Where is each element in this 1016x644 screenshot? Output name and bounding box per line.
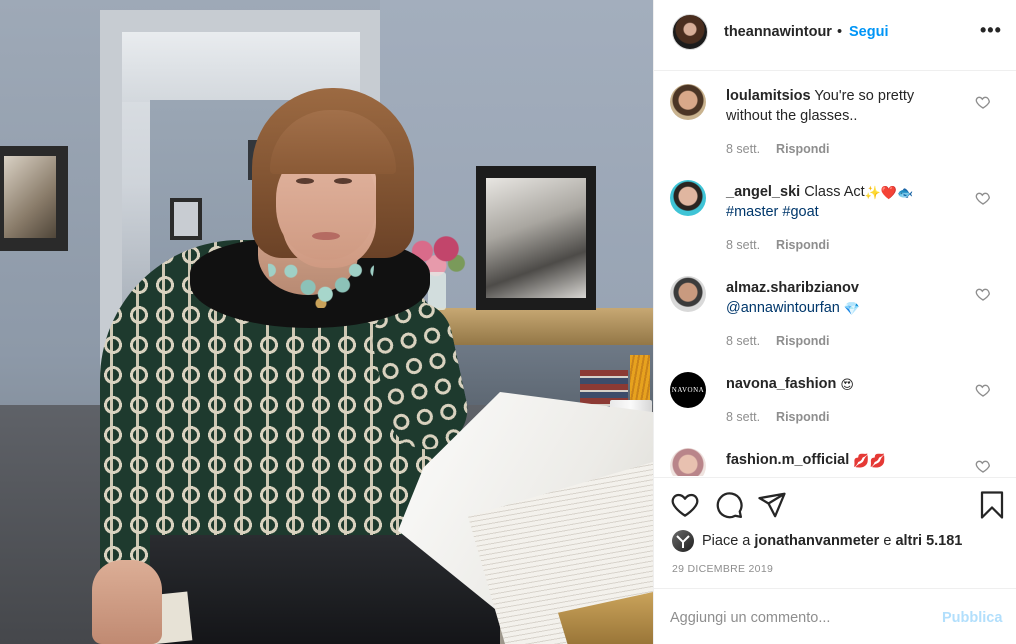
wall-picture-left (0, 146, 68, 251)
more-options-icon[interactable]: ••• (980, 20, 1002, 41)
eye-left (296, 178, 314, 184)
commenter-avatar[interactable] (670, 84, 706, 120)
comment-item: fashion.m_official 💋💋 (654, 436, 1016, 476)
commenter-avatar[interactable] (670, 276, 706, 312)
hand (92, 560, 162, 644)
likes-conjunction: e (883, 533, 892, 549)
comment-meta: 8 sett. Rispondi (726, 238, 830, 252)
follow-button[interactable]: Segui (849, 24, 888, 40)
comment-username[interactable]: almaz.sharibzianov (726, 280, 859, 296)
mention-link[interactable]: @annawintourfan (726, 300, 840, 316)
wall-picture-small (170, 198, 202, 240)
reply-button[interactable]: Rispondi (776, 410, 829, 424)
commenter-avatar[interactable] (670, 180, 706, 216)
eye-right (334, 178, 352, 184)
framed-photograph (476, 166, 596, 310)
comment-body: Class Act (804, 184, 865, 200)
comment-meta: 8 sett. Rispondi (726, 142, 830, 156)
shelf (430, 308, 653, 348)
comment-time[interactable]: 8 sett. (726, 142, 760, 156)
comment-emoji: 😍 (840, 377, 854, 392)
small-heart-icon[interactable] (975, 458, 991, 474)
comment-username[interactable]: _angel_ski (726, 184, 800, 200)
comment-username[interactable]: loulamitsios (726, 88, 811, 104)
comment-icon[interactable] (714, 490, 744, 520)
paper-plane-icon[interactable] (757, 490, 787, 520)
publish-button[interactable]: Pubblica (942, 610, 1002, 626)
author-username[interactable]: theannawintour (724, 24, 832, 40)
comment-item: almaz.sharibzianov @annawintourfan 💎 8 s… (654, 264, 1016, 360)
comment-input[interactable] (670, 603, 920, 633)
hashtag-link[interactable]: #master (726, 204, 778, 220)
comment-emoji: 💋💋 (853, 453, 886, 468)
likes-others-count[interactable]: altri 5.181 (895, 533, 962, 549)
likes-text: Piace a jonathanvanmeter e altri 5.181 (702, 533, 962, 549)
likes-summary[interactable]: Piace a jonathanvanmeter e altri 5.181 (672, 530, 1002, 554)
open-book (398, 392, 653, 644)
comment-text: loulamitsios You're so pretty without th… (726, 86, 956, 126)
comment-username[interactable]: navona_fashion (726, 376, 836, 392)
post-header: theannawintour • Segui ••• (654, 0, 1016, 71)
small-heart-icon[interactable] (975, 382, 991, 398)
comment-text: _angel_ski Class Act✨❤️🐟 #master #goat (726, 182, 956, 222)
comment-meta: 8 sett. Rispondi (726, 410, 830, 424)
bookmark-icon[interactable] (977, 490, 1007, 520)
comment-text: almaz.sharibzianov @annawintourfan 💎 (726, 278, 956, 318)
post-actions: Piace a jonathanvanmeter e altri 5.181 2… (654, 477, 1016, 587)
reply-button[interactable]: Rispondi (776, 142, 829, 156)
comment-time[interactable]: 8 sett. (726, 410, 760, 424)
author-avatar[interactable] (672, 14, 708, 50)
comment-item: _angel_ski Class Act✨❤️🐟 #master #goat 8… (654, 168, 1016, 264)
comment-emoji: 💎 (843, 301, 861, 316)
comment-text: navona_fashion 😍 (726, 374, 956, 394)
post-sidebar: theannawintour • Segui ••• loulamitsios … (653, 0, 1016, 644)
small-heart-icon[interactable] (975, 94, 991, 110)
reply-button[interactable]: Rispondi (776, 334, 829, 348)
hashtag-link[interactable]: #goat (782, 204, 818, 220)
commenter-avatar[interactable] (670, 448, 706, 476)
small-heart-icon[interactable] (975, 190, 991, 206)
comments-list[interactable]: loulamitsios You're so pretty without th… (654, 72, 1016, 476)
lips (312, 232, 340, 240)
comment-meta: 8 sett. Rispondi (726, 334, 830, 348)
post-photo[interactable] (0, 0, 653, 644)
heart-icon[interactable] (670, 490, 700, 520)
post-date[interactable]: 29 DICEMBRE 2019 (672, 563, 773, 575)
add-comment-bar: Pubblica (654, 588, 1016, 644)
liker-username[interactable]: jonathanvanmeter (754, 533, 879, 549)
small-heart-icon[interactable] (975, 286, 991, 302)
comment-emoji: ✨❤️🐟 (864, 185, 914, 200)
comment-time[interactable]: 8 sett. (726, 238, 760, 252)
header-separator: • (837, 24, 843, 40)
avatar-logo-text: NAVONA (671, 386, 705, 394)
comment-text: fashion.m_official 💋💋 (726, 450, 956, 470)
commenter-avatar[interactable]: NAVONA (670, 372, 706, 408)
comment-username[interactable]: fashion.m_official (726, 452, 849, 468)
reply-button[interactable]: Rispondi (776, 238, 829, 252)
comment-item: loulamitsios You're so pretty without th… (654, 72, 1016, 168)
liker-avatar[interactable] (672, 530, 694, 552)
likes-prefix: Piace a (702, 533, 751, 549)
comment-time[interactable]: 8 sett. (726, 334, 760, 348)
